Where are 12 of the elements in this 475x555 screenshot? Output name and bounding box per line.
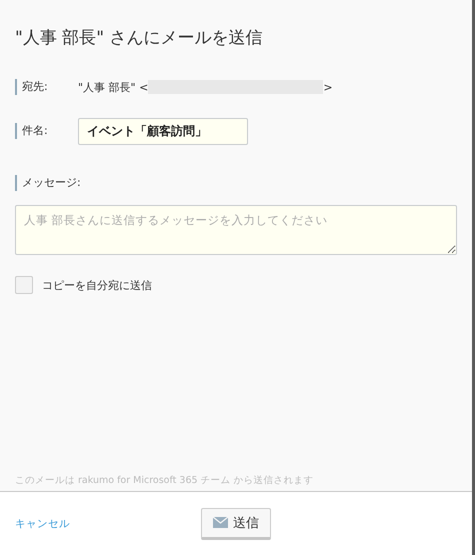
send-button[interactable]: 送信: [201, 508, 271, 540]
checkbox[interactable]: [15, 276, 33, 294]
footer-note: このメールは rakumo for Microsoft 365 チーム から送信されます: [15, 474, 315, 488]
envelope-icon: [213, 517, 228, 528]
dialog-title: "人事 部長" さんにメールを送信: [15, 27, 264, 49]
message-field[interactable]: 人事 部長さんに送信するメッセージを入力してください: [15, 205, 457, 255]
field-label: 宛先:: [15, 79, 78, 95]
subject-field[interactable]: イベント「顧客訪問」: [78, 118, 248, 144]
bracket-text: >: [323, 80, 333, 94]
checkbox-label: コピーを自分宛に送信: [42, 278, 152, 292]
recipient-text: "人事 部長" <: [78, 80, 148, 94]
field-label: メッセージ:: [15, 175, 81, 191]
